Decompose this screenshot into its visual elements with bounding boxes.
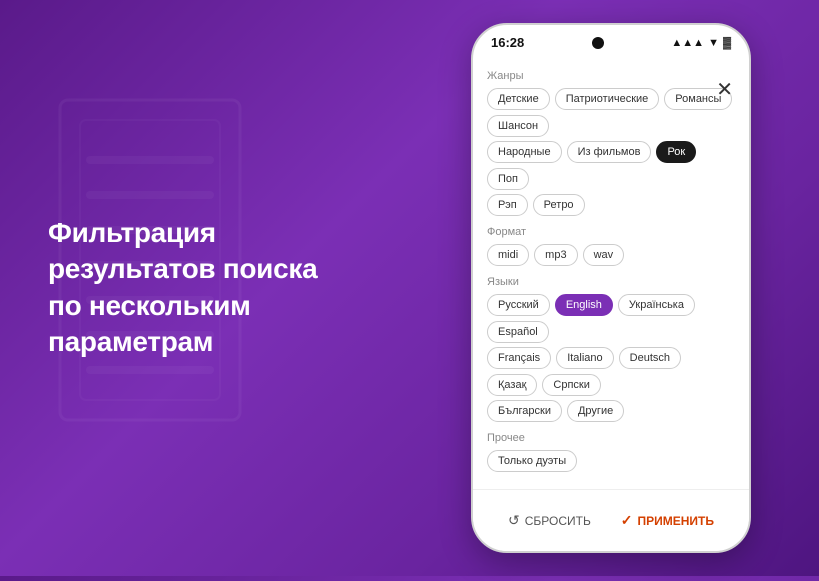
tag-russian[interactable]: Русский: [487, 294, 550, 316]
tag-mp3[interactable]: mp3: [534, 244, 577, 266]
tag-kazakh[interactable]: Қазақ: [487, 374, 537, 396]
genres-row-1: Детские Патриотические Романсы Шансон: [487, 88, 735, 137]
tag-srpski[interactable]: Српски: [542, 374, 600, 396]
genres-section-title: Жанры: [487, 70, 735, 82]
languages-row-2: Français Italiano Deutsch Қазақ Српски: [487, 347, 735, 396]
notch: [592, 37, 604, 49]
apply-icon: ✓: [621, 512, 633, 529]
tag-rep[interactable]: Рэп: [487, 194, 528, 216]
wifi-icon: ▼: [708, 37, 719, 49]
phone-mockup: 16:28 ▲▲▲ ▼ ▓ ✕ Жанры Детские Патриотиче…: [471, 23, 751, 553]
languages-row-1: Русский English Українська Español: [487, 294, 735, 343]
tag-deutsch[interactable]: Deutsch: [619, 347, 681, 369]
tag-ukrainian[interactable]: Українська: [618, 294, 695, 316]
battery-icon: ▓: [723, 37, 731, 49]
languages-row-3: Български Другие: [487, 400, 735, 422]
phone-frame: 16:28 ▲▲▲ ▼ ▓ ✕ Жанры Детские Патриотиче…: [471, 23, 751, 553]
filter-content: Жанры Детские Патриотические Романсы Шан…: [473, 56, 749, 482]
tag-midi[interactable]: midi: [487, 244, 529, 266]
apply-button[interactable]: ✓ ПРИМЕНИТЬ: [621, 512, 714, 529]
tag-drugie[interactable]: Другие: [567, 400, 624, 422]
languages-section-title: Языки: [487, 276, 735, 288]
tag-espanol[interactable]: Español: [487, 321, 549, 343]
tag-rok[interactable]: Рок: [656, 141, 696, 163]
tag-retro[interactable]: Ретро: [533, 194, 585, 216]
tag-wav[interactable]: wav: [583, 244, 625, 266]
tag-narodnye[interactable]: Народные: [487, 141, 562, 163]
format-section-title: Формат: [487, 226, 735, 238]
genres-row-2: Народные Из фильмов Рок Поп: [487, 141, 735, 190]
reset-button[interactable]: ↺ СБРОСИТЬ: [508, 512, 591, 529]
bottom-action-bar: ↺ СБРОСИТЬ ✓ ПРИМЕНИТЬ: [473, 489, 749, 551]
tag-balgarski[interactable]: Български: [487, 400, 562, 422]
format-row-1: midi mp3 wav: [487, 244, 735, 266]
tag-detskie[interactable]: Детские: [487, 88, 550, 110]
tag-iz-filmov[interactable]: Из фильмов: [567, 141, 652, 163]
reset-label: СБРОСИТЬ: [525, 514, 591, 528]
apply-label: ПРИМЕНИТЬ: [638, 514, 715, 528]
tag-francais[interactable]: Français: [487, 347, 551, 369]
tag-shanson[interactable]: Шансон: [487, 115, 549, 137]
status-bar: 16:28 ▲▲▲ ▼ ▓: [473, 25, 749, 56]
hero-text: Фильтрация результатов поиска по несколь…: [48, 215, 388, 361]
signal-icon: ▲▲▲: [671, 37, 704, 49]
tag-patrioticheskie[interactable]: Патриотические: [555, 88, 660, 110]
other-row-1: Только дуэты: [487, 450, 735, 472]
tag-english[interactable]: English: [555, 294, 613, 316]
other-section-title: Прочее: [487, 432, 735, 444]
status-icons: ▲▲▲ ▼ ▓: [671, 37, 731, 49]
reset-icon: ↺: [508, 512, 520, 529]
tag-duets-only[interactable]: Только дуэты: [487, 450, 577, 472]
tag-italiano[interactable]: Italiano: [556, 347, 613, 369]
close-button[interactable]: ✕: [716, 77, 733, 102]
genres-row-3: Рэп Ретро: [487, 194, 735, 216]
status-time: 16:28: [491, 35, 524, 50]
tag-pop[interactable]: Поп: [487, 168, 529, 190]
